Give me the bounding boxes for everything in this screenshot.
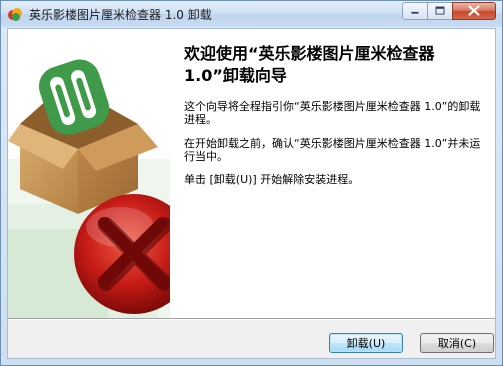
- title-bar[interactable]: 英乐影楼图片厘米检查器 1.0 卸载: [1, 1, 502, 27]
- wizard-warning-text: 在开始卸载之前，确认“英乐影楼图片厘米检查器 1.0”并未运行当中。: [184, 137, 481, 163]
- wizard-sidebar-image: [8, 29, 170, 318]
- wizard-body: 欢迎使用“英乐影楼图片厘米检查器 1.0”卸载向导 这个向导将全程指引你“英乐影…: [7, 28, 496, 359]
- maximize-icon: [435, 6, 445, 15]
- minimize-button[interactable]: [402, 2, 428, 20]
- wizard-instruction-text: 单击 [卸载(U)] 开始解除安装进程。: [184, 173, 360, 186]
- close-icon: [468, 5, 480, 16]
- app-icon: [7, 6, 23, 22]
- uninstall-button[interactable]: 卸载(U): [329, 333, 403, 353]
- button-bar: 卸载(U) 取消(C): [8, 320, 495, 358]
- maximize-button[interactable]: [427, 2, 453, 20]
- uninstall-window: 英乐影楼图片厘米检查器 1.0 卸载 欢迎使用“英乐影楼图片厘米检查器 1.0”…: [0, 0, 503, 366]
- window-title: 英乐影楼图片厘米检查器 1.0 卸载: [29, 8, 212, 22]
- cancel-button[interactable]: 取消(C): [420, 333, 494, 353]
- minimize-icon: [411, 11, 419, 14]
- close-button[interactable]: [452, 2, 496, 20]
- wizard-intro-text: 这个向导将全程指引你“英乐影楼图片厘米检查器 1.0”的卸载进程。: [184, 100, 481, 126]
- wizard-heading: 欢迎使用“英乐影楼图片厘米检查器 1.0”卸载向导: [184, 44, 435, 85]
